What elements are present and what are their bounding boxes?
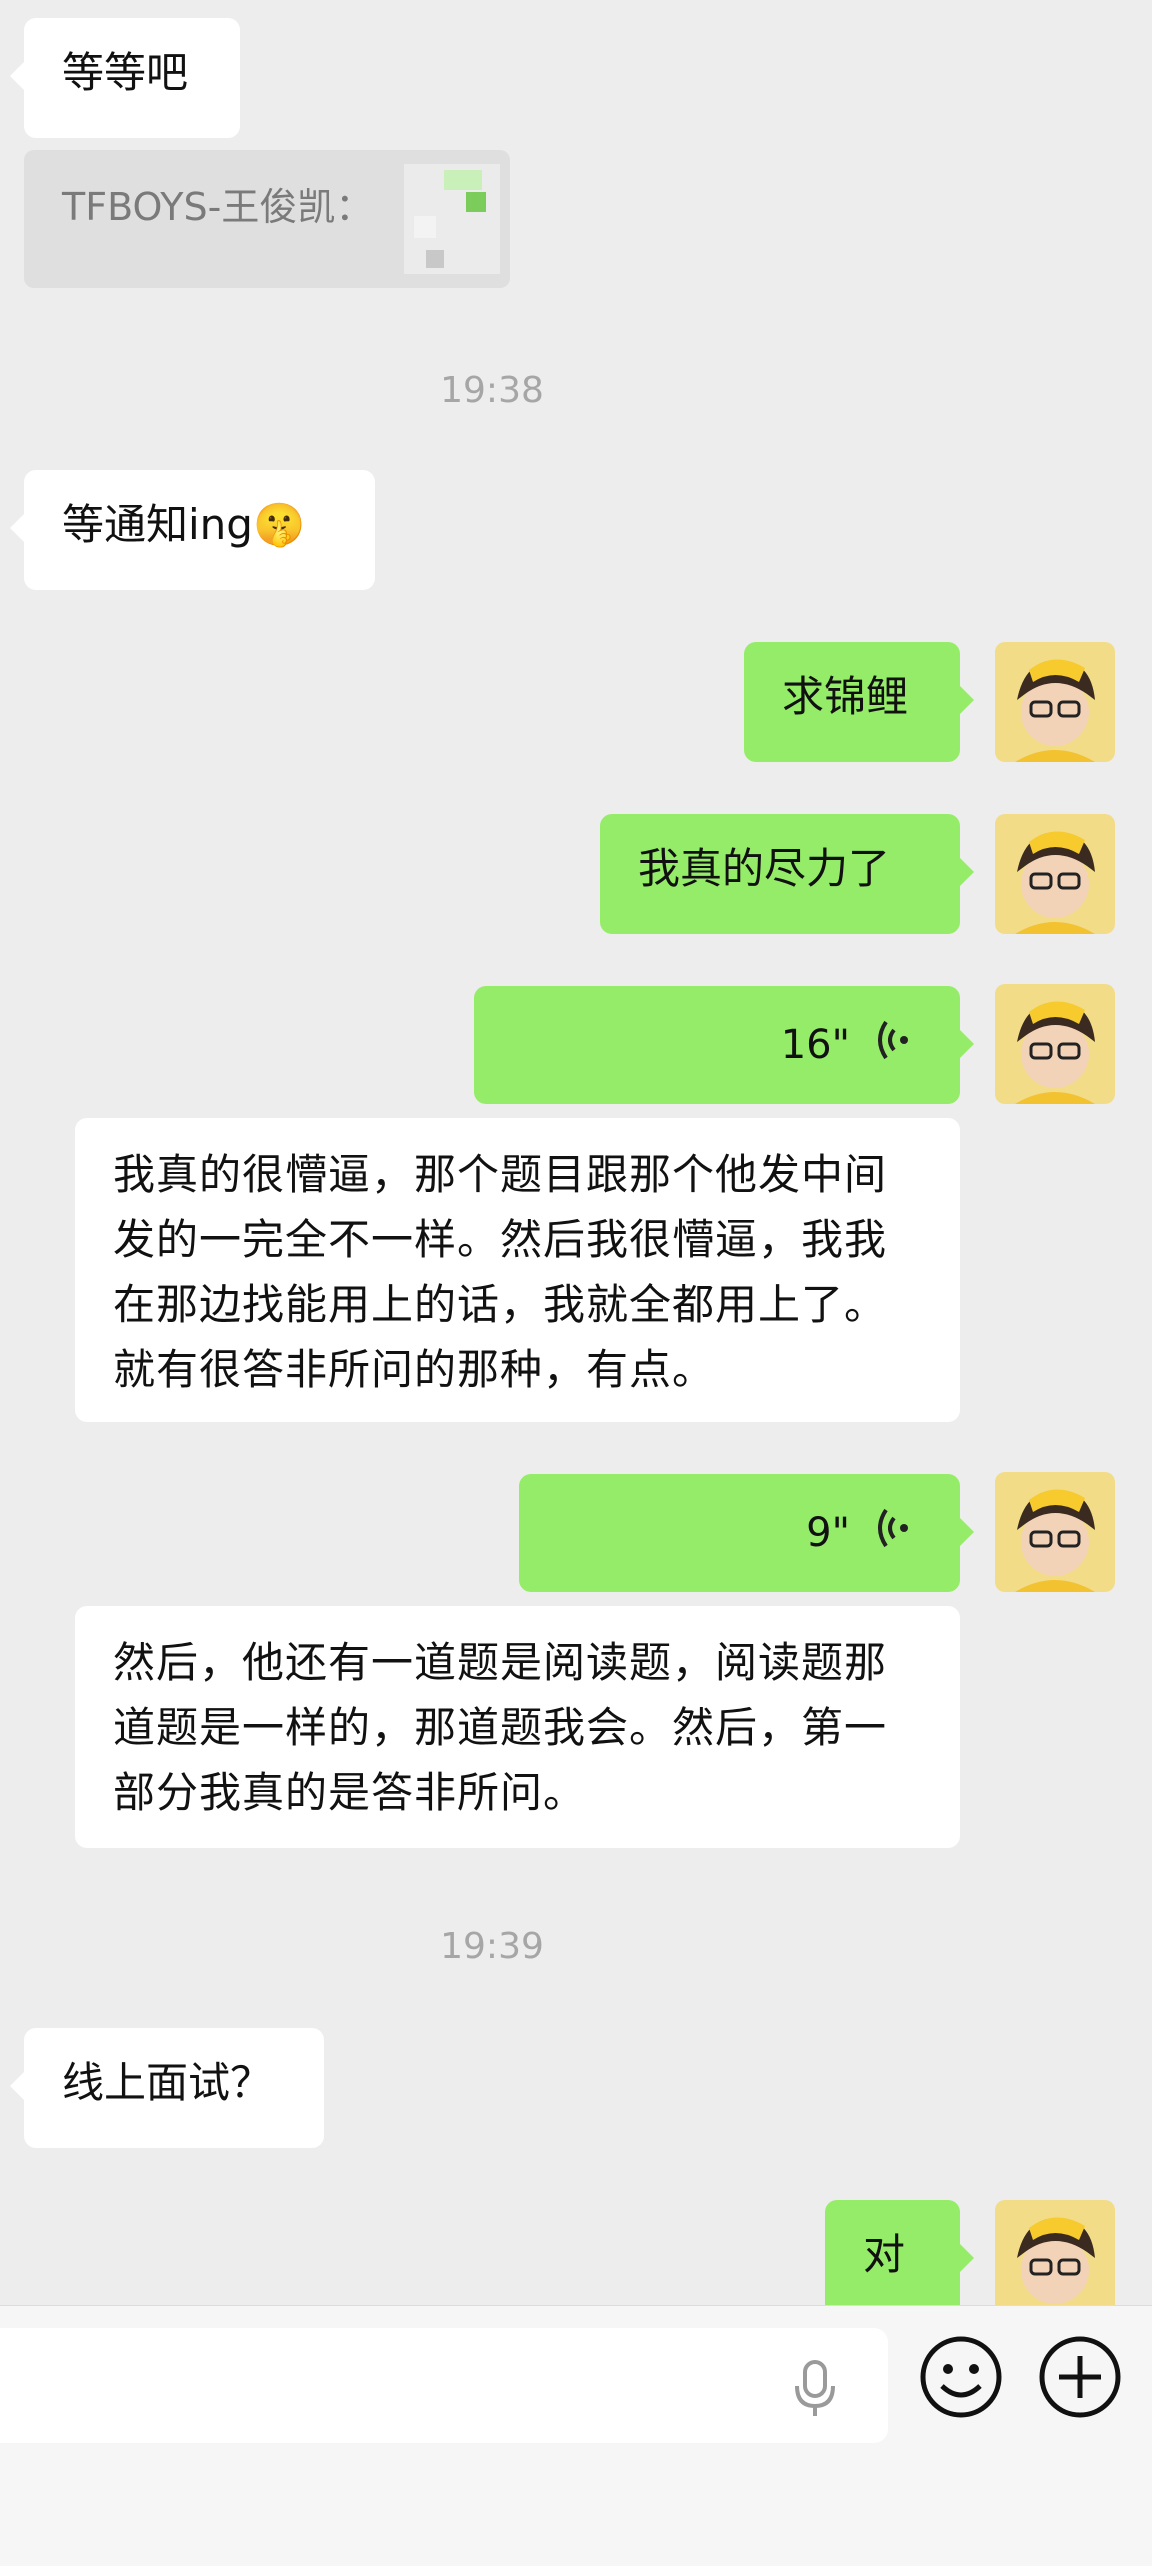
input-bar — [0, 2305, 1152, 2566]
avatar[interactable] — [995, 984, 1115, 1104]
message-bubble-outgoing[interactable]: 求锦鲤 — [744, 642, 974, 762]
message-bubble-outgoing[interactable]: 对 — [825, 2200, 974, 2320]
avatar[interactable] — [995, 642, 1115, 762]
message-text: 等等吧 — [62, 48, 189, 97]
voice-message[interactable]: 16" — [474, 986, 974, 1104]
quoted-image-thumbnail — [404, 164, 500, 274]
quoted-sender: TFBOYS-王俊凯： — [62, 185, 374, 229]
transcript-text: 我真的很懵逼，那个题目跟那个他发中间发的一完全不一样。然后我很懵逼，我我在那边找… — [113, 1150, 888, 1395]
timestamp: 19:39 — [440, 1926, 544, 1967]
message-text: 等通知ing — [62, 500, 253, 549]
timestamp: 19:38 — [440, 370, 544, 411]
voice-transcript: 我真的很懵逼，那个题目跟那个他发中间发的一完全不一样。然后我很懵逼，我我在那边找… — [75, 1118, 960, 1422]
voice-wave-icon — [876, 1020, 910, 1070]
message-text: 线上面试？ — [62, 2058, 273, 2107]
voice-message[interactable]: 9" — [519, 1474, 974, 1592]
message-text: 对 — [863, 2230, 906, 2279]
avatar[interactable] — [995, 2200, 1115, 2320]
message-text: 我真的尽力了 — [638, 844, 891, 893]
message-text: 求锦鲤 — [782, 672, 909, 721]
message-bubble-incoming[interactable]: 线上面试？ — [10, 2028, 324, 2148]
voice-wave-icon — [876, 1508, 910, 1558]
voice-duration: 9" — [806, 1510, 850, 1556]
message-bubble-incoming[interactable]: 等等吧 — [10, 18, 240, 138]
shushing-face-emoji: 🤫 — [252, 500, 306, 549]
microphone-icon[interactable] — [790, 2358, 840, 2424]
message-input[interactable] — [0, 2328, 888, 2443]
voice-duration: 16" — [780, 1022, 850, 1068]
message-bubble-incoming[interactable]: 等通知ing🤫 — [10, 470, 375, 590]
emoji-icon[interactable] — [918, 2334, 1004, 2424]
voice-transcript: 然后，他还有一道题是阅读题，阅读题那道题是一样的，那道题我会。然后，第一部分我真… — [75, 1606, 960, 1848]
quoted-message[interactable]: TFBOYS-王俊凯： — [24, 150, 510, 288]
message-bubble-outgoing[interactable]: 我真的尽力了 — [600, 814, 974, 934]
transcript-text: 然后，他还有一道题是阅读题，阅读题那道题是一样的，那道题我会。然后，第一部分我真… — [113, 1638, 888, 1818]
avatar[interactable] — [995, 814, 1115, 934]
avatar[interactable] — [995, 1472, 1115, 1592]
plus-icon[interactable] — [1037, 2334, 1123, 2424]
